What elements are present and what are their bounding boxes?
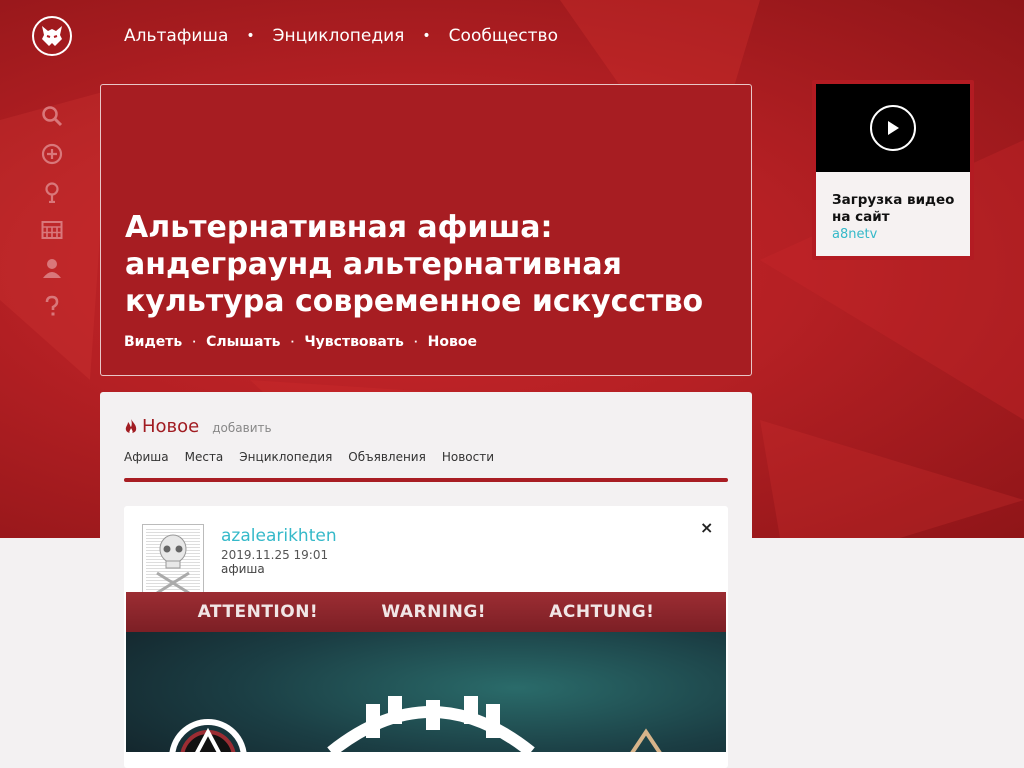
post-date: 2019.11.25 19:01 (221, 548, 329, 562)
feed-header: Новое добавить (124, 416, 272, 437)
post-card: azalearikhten 2019.11.25 19:01 афиша × A… (124, 506, 728, 768)
nav-community[interactable]: Сообщество (449, 26, 558, 46)
user-icon[interactable] (40, 256, 64, 280)
page-title: Альтернативная афиша: андеграунд альтерн… (125, 210, 704, 319)
post-image-graphics (169, 696, 662, 752)
hero-link-hear[interactable]: Слышать (206, 334, 280, 350)
post-category[interactable]: афиша (221, 562, 265, 576)
feed-add-link[interactable]: добавить (212, 421, 271, 435)
video-upload-widget: Загрузка видео на сайт a8netv (812, 80, 974, 260)
wolf-logo-icon (42, 26, 62, 46)
nav-altafisha[interactable]: Альтафиша (124, 26, 228, 46)
hero-box: Альтернативная афиша: андеграунд альтерн… (100, 84, 752, 376)
nav-encyclopedia[interactable]: Энциклопедия (273, 26, 405, 46)
hero-link-separator: · (192, 336, 197, 348)
close-button[interactable]: × (700, 518, 713, 537)
play-icon (888, 121, 899, 135)
add-circle-icon[interactable] (40, 142, 64, 166)
hero-link-separator: · (413, 336, 418, 348)
help-icon[interactable] (40, 294, 64, 318)
hero-links: Видеть · Слышать · Чувствовать · Новое (124, 334, 477, 350)
tab-places[interactable]: Места (185, 450, 224, 464)
nav-separator: • (246, 28, 255, 44)
post-author[interactable]: azalearikhten (221, 526, 337, 546)
location-pin-icon[interactable] (40, 180, 64, 204)
feed-title[interactable]: Новое (142, 416, 199, 437)
search-icon[interactable] (40, 104, 64, 128)
play-button[interactable] (870, 105, 916, 151)
feed-tabs: Афиша Места Энциклопедия Объявления Ново… (124, 450, 494, 464)
tab-announcements[interactable]: Объявления (348, 450, 426, 464)
video-widget-link[interactable]: a8netv (832, 227, 877, 242)
tab-news[interactable]: Новости (442, 450, 494, 464)
site-logo[interactable] (32, 16, 72, 56)
nav-separator: • (422, 28, 431, 44)
tab-encyclopedia[interactable]: Энциклопедия (239, 450, 332, 464)
skull-avatar-icon (156, 534, 190, 595)
feed-divider (124, 478, 728, 482)
hero-link-separator: · (290, 336, 295, 348)
video-preview[interactable] (816, 84, 970, 172)
main-nav: Альтафиша • Энциклопедия • Сообщество (124, 24, 558, 48)
calendar-icon[interactable] (40, 218, 64, 242)
post-image[interactable]: ATTENTION! WARNING! ACHTUNG! (126, 592, 726, 752)
hero-link-new[interactable]: Новое (428, 334, 477, 350)
hero-link-feel[interactable]: Чувствовать (304, 334, 403, 350)
sidebar-icons (40, 104, 64, 318)
hero-link-see[interactable]: Видеть (124, 334, 182, 350)
tab-afisha[interactable]: Афиша (124, 450, 169, 464)
video-widget-title[interactable]: Загрузка видео на сайт (832, 192, 968, 226)
flame-icon (125, 418, 137, 433)
